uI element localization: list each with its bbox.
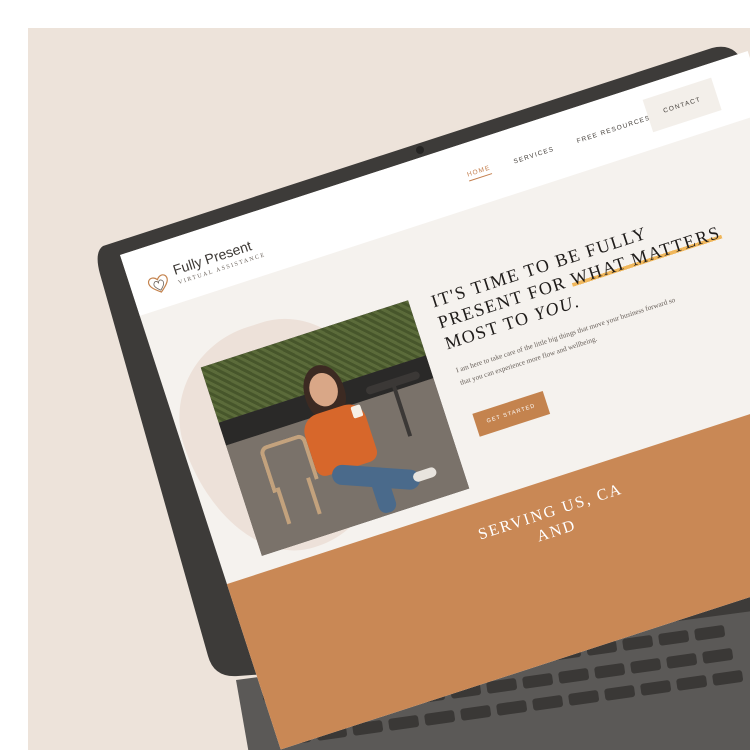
nav-item-free-resources[interactable]: FREE RESOURCES bbox=[576, 114, 652, 144]
contact-button[interactable]: CONTACT bbox=[642, 77, 722, 133]
get-started-button[interactable]: GET STARTED bbox=[472, 391, 551, 437]
logo-heart-icon[interactable] bbox=[144, 271, 173, 297]
nav-item-services[interactable]: SERVICES bbox=[513, 145, 555, 165]
nav-item-home[interactable]: HOME bbox=[466, 164, 493, 182]
webcam bbox=[416, 146, 424, 154]
hero-title-line-2: PRESENT FOR WHAT MATTERS bbox=[435, 210, 750, 333]
